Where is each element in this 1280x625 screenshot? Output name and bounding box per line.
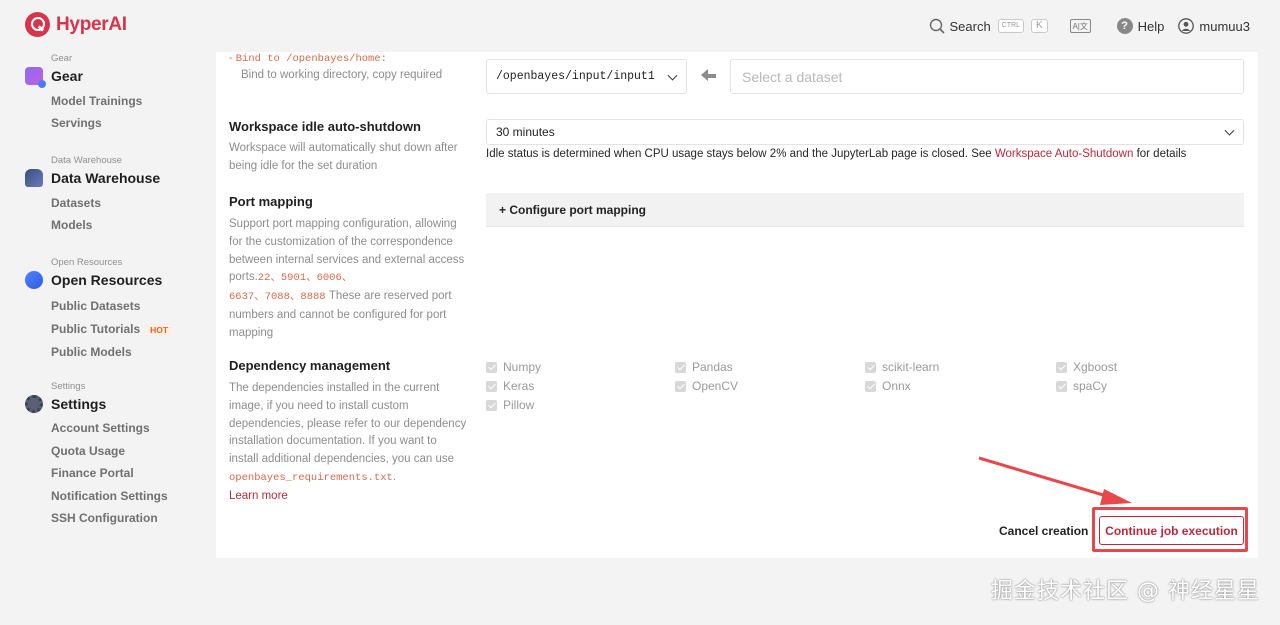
sidebar-item-label: Public Tutorials (51, 322, 141, 336)
help-button[interactable]: ? Help (1116, 18, 1165, 34)
idle-duration-value: 30 minutes (496, 125, 555, 139)
dependency-checkbox-keras[interactable]: Keras (486, 379, 534, 393)
section-subtitle: Data Warehouse (51, 155, 122, 166)
dependency-checkbox-pillow[interactable]: Pillow (486, 398, 534, 412)
open-resources-icon (25, 271, 43, 289)
user-avatar-icon (1178, 18, 1195, 34)
section-title: Data Warehouse (51, 170, 161, 186)
settings-icon (25, 395, 43, 413)
continue-job-execution-button[interactable]: Continue job execution (1099, 516, 1244, 545)
user-menu[interactable]: mumuu3 (1178, 18, 1250, 34)
bind-desc: Bind to working directory, copy required (241, 69, 443, 81)
idle-shutdown-desc: Workspace will automatically shut down a… (229, 142, 458, 172)
idle-duration-select[interactable]: 30 minutes (486, 119, 1244, 145)
dependency-checkbox-xgboost[interactable]: Xgboost (1056, 360, 1117, 374)
sidebar-item-servings[interactable]: Servings (51, 116, 102, 130)
sidebar-item-gear[interactable]: Gear (25, 67, 83, 88)
gear-cube-icon (25, 67, 46, 88)
help-label: Help (1137, 18, 1165, 34)
search-icon (929, 18, 945, 34)
configure-port-mapping-button[interactable]: + Configure port mapping (486, 193, 1244, 227)
sidebar-item-datasets[interactable]: Datasets (51, 196, 101, 210)
dependency-checkbox-numpy[interactable]: Numpy (486, 360, 541, 374)
chevron-down-icon (1224, 125, 1235, 136)
checkbox-checked-icon (486, 380, 497, 392)
translate-icon[interactable]: A|文 (1069, 19, 1091, 33)
arrow-left-icon (701, 69, 717, 83)
section-subtitle: Settings (51, 381, 86, 392)
dataset-select[interactable]: Select a dataset (730, 59, 1244, 94)
checkbox-checked-icon (675, 380, 686, 392)
shortcut-ctrl-key: CTRL (997, 19, 1024, 33)
dependency-checkbox-opencv[interactable]: OpenCV (675, 379, 738, 393)
workspace-auto-shutdown-link[interactable]: Workspace Auto-Shutdown (995, 148, 1134, 160)
shortcut-k-key: K (1031, 19, 1048, 33)
watermark: 掘金技术社区 @ 神经星星 (991, 579, 1260, 604)
sidebar-item-settings[interactable]: Settings (25, 395, 106, 413)
section-title: Gear (51, 68, 83, 84)
brand-name: HyperAI (56, 13, 127, 35)
sidebar-item-quota-usage[interactable]: Quota Usage (51, 444, 125, 458)
checkbox-checked-icon (675, 361, 686, 373)
section-title: Settings (51, 396, 107, 412)
idle-note: Idle status is determined when CPU usage… (486, 148, 1187, 160)
section-subtitle: Open Resources (51, 257, 123, 268)
sidebar-item-model-trainings[interactable]: Model Trainings (51, 94, 142, 108)
dependency-checkbox-onnx[interactable]: Onnx (865, 379, 911, 393)
username: mumuu3 (1199, 18, 1250, 34)
sidebar-item-models[interactable]: Models (51, 218, 92, 232)
sidebar-item-public-datasets[interactable]: Public Datasets (51, 299, 140, 313)
sidebar-item-account-settings[interactable]: Account Settings (51, 421, 150, 435)
search-label: Search (949, 18, 991, 34)
checkbox-checked-icon (486, 399, 497, 411)
sidebar-item-ssh-configuration[interactable]: SSH Configuration (51, 511, 158, 525)
dependency-checkbox-scikit-learn[interactable]: scikit-learn (865, 360, 939, 374)
dependency-management-label: Dependency management (229, 358, 391, 373)
hyperai-logo[interactable]: HyperAI (25, 12, 127, 37)
sidebar-item-public-tutorials[interactable]: Public Tutorials HOT (51, 322, 173, 336)
input-path-value: /openbayes/input/input1 (496, 70, 655, 83)
port-mapping-desc: Support port mapping configuration, allo… (229, 218, 465, 339)
input-path-select[interactable]: /openbayes/input/input1 (486, 59, 687, 94)
bind-home-label: - Bind to /openbayes/home: (229, 52, 387, 65)
section-subtitle: Gear (51, 53, 73, 64)
sidebar-item-data-warehouse[interactable]: Data Warehouse (25, 169, 160, 187)
checkbox-checked-icon (1056, 380, 1067, 392)
checkbox-checked-icon (865, 380, 876, 392)
cancel-creation-button[interactable]: Cancel creation (999, 524, 1088, 538)
sidebar-item-notification-settings[interactable]: Notification Settings (51, 489, 168, 503)
hot-badge: HOT (146, 324, 173, 336)
database-icon (25, 169, 43, 187)
hyperai-logo-icon (25, 12, 50, 37)
port-mapping-label: Port mapping (229, 194, 313, 209)
checkbox-checked-icon (865, 361, 876, 373)
dependency-checkbox-pandas[interactable]: Pandas (675, 360, 733, 374)
sidebar-item-finance-portal[interactable]: Finance Portal (51, 466, 134, 480)
section-title: Open Resources (51, 272, 163, 288)
dependency-desc: The dependencies installed in the curren… (229, 382, 467, 502)
top-navigation: Search CTRL K A|文 ? Help mumuu3 (929, 15, 1250, 37)
chevron-down-icon (667, 70, 678, 81)
job-form-panel: - Bind to /openbayes/home: Bind to worki… (216, 52, 1258, 558)
learn-more-link[interactable]: Learn more (229, 490, 288, 502)
sidebar-item-open-resources[interactable]: Open Resources (25, 271, 162, 289)
help-icon: ? (1116, 18, 1133, 34)
search-button[interactable]: Search CTRL K (929, 18, 1048, 34)
checkbox-checked-icon (1056, 361, 1067, 373)
idle-shutdown-label: Workspace idle auto-shutdown (229, 119, 421, 134)
sidebar-item-public-models[interactable]: Public Models (51, 345, 132, 359)
dependency-checkbox-spacy[interactable]: spaCy (1056, 379, 1107, 393)
checkbox-checked-icon (486, 361, 497, 373)
